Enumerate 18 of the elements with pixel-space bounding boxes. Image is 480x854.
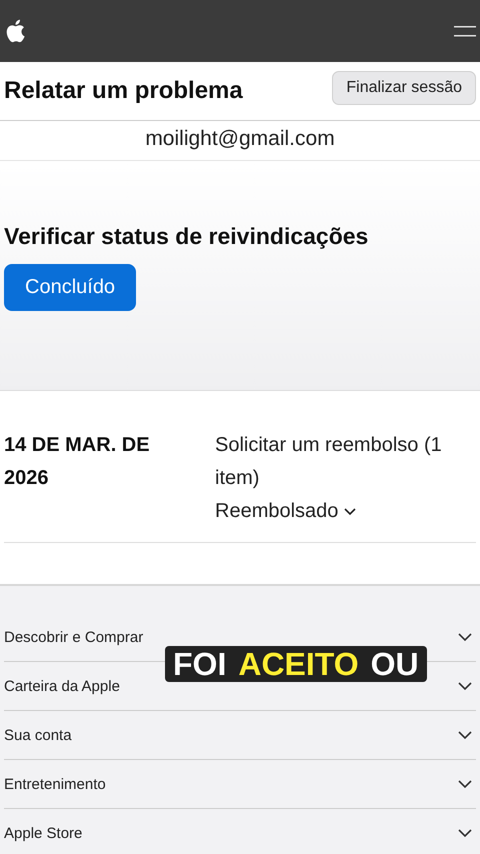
- chevron-down-icon: [458, 682, 472, 690]
- status-dropdown[interactable]: Reembolsado: [215, 495, 356, 528]
- chevron-down-icon: [458, 828, 472, 838]
- chevron-down-icon: [458, 730, 472, 740]
- claim-date: 14 DE MAR. DE 2026: [4, 433, 151, 491]
- sign-out-button[interactable]: Finalizar sessão: [332, 71, 476, 105]
- menu-icon[interactable]: [454, 24, 476, 38]
- apple-logo-icon[interactable]: [5, 19, 25, 43]
- claim-description: Solicitar um reembolso (1 item): [215, 433, 443, 491]
- chevron-down-icon: [344, 508, 356, 516]
- section-title: Verificar status de reivindicações: [4, 223, 368, 250]
- footer-menu-item[interactable]: Apple Store: [4, 809, 476, 854]
- footer-menu-item[interactable]: Entretenimento: [4, 760, 476, 809]
- page-title: Relatar um problema: [4, 77, 243, 105]
- footer-menu-item[interactable]: Sua conta: [4, 711, 476, 760]
- chevron-down-icon: [458, 632, 472, 642]
- chevron-down-icon: [458, 780, 472, 788]
- done-button[interactable]: Concluído: [4, 264, 136, 311]
